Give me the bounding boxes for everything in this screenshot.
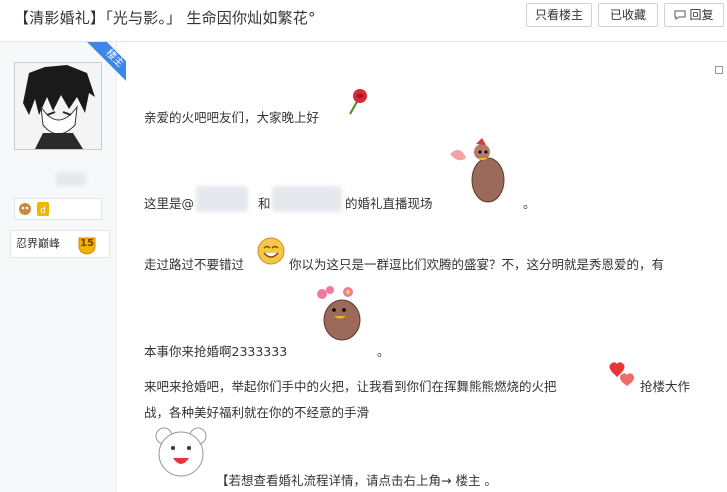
username-blurred [56,172,86,186]
post-line-3b: 你以为这只是一群逗比们欢腾的盛宴？不，这分明就是秀恩爱的，有 [289,257,665,272]
mention-blurred-2 [272,186,342,212]
svg-text:d: d [40,206,46,216]
collect-button[interactable]: 已收藏 [598,3,658,27]
chat-icon [674,10,686,20]
only-owner-button[interactable]: 只看楼主 [526,3,592,27]
post-line-2-and: 和 [258,196,271,211]
smiley-icon [257,237,285,265]
post-line-7: 【若想查看婚礼流程详情，请点击右上角→ 楼主 。 [216,473,497,488]
rank-badge: 忍界巅峰 15 [10,230,110,258]
badge-icons: d [19,202,49,216]
thread-title: 【清影婚礼】「光与影。」 生命因你灿如繁花° [14,9,316,27]
post-line-4: 本事你来抢婚啊2333333 [144,344,288,359]
thread-header: 【清影婚礼】「光与影。」 生命因你灿如繁花° 只看楼主 已收藏 回复 [0,0,727,42]
reply-button[interactable]: 回复 [664,3,724,27]
rose-icon [349,89,367,115]
chicken-flower-sticker-icon [317,286,361,341]
chicken-sticker-icon [450,138,505,203]
rank-level: 15 [80,238,94,249]
post-line-2: 这里是@ [144,193,194,212]
post-line-5b: 抢楼大作 [640,379,691,394]
rank-name: 忍界巅峰 [16,237,60,250]
post-line-2-prefix: 这里是@ [144,196,195,211]
badge-row: d [14,198,102,220]
post-line-1: 亲爱的火吧吧友们，大家晚上好 [144,110,320,125]
hearts-icon [609,362,634,386]
level-badge: 15 [77,235,96,255]
reply-label: 回复 [689,8,714,22]
mention-blurred-1 [196,186,248,212]
post-line-6: 战，各种美好福利就在你的不经意的手滑 [144,405,370,420]
avatar[interactable] [14,62,102,150]
post-line-2-suffix: 的婚礼直播现场 [345,196,433,211]
post-line-2-dot: 。 [523,196,536,211]
post-line-3a: 走过路过不要错过 [144,257,245,272]
dropdown-icon[interactable] [715,66,723,74]
bear-sticker-icon [155,427,207,477]
avatar-image [15,63,101,149]
post-line-5a: 来吧来抢婚吧，举起你们手中的火把，让我看到你们在挥舞熊熊燃烧的火把 [144,379,557,394]
post-line-4-dot: 。 [377,344,390,359]
